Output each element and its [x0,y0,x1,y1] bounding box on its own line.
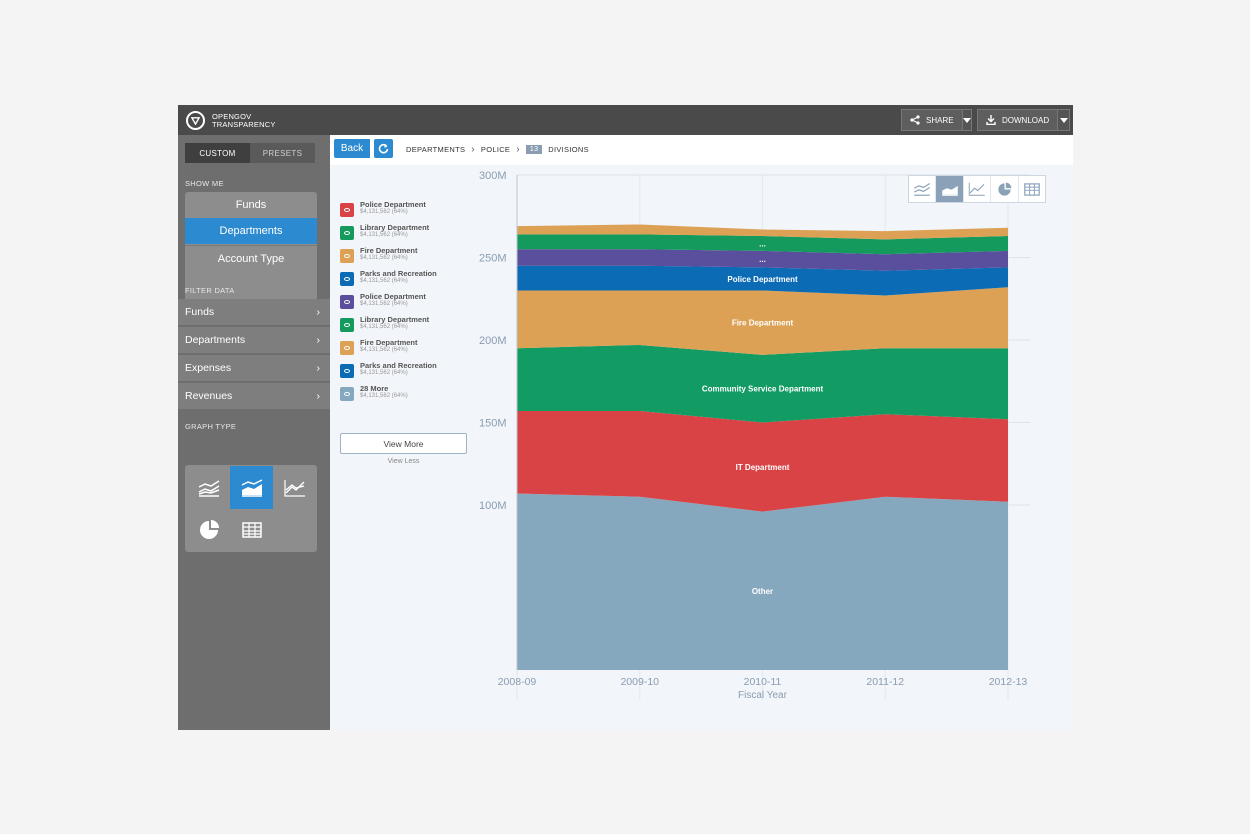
y-tick-label: 150M [479,418,507,430]
graph-type-heading: GRAPH TYPE [185,422,237,431]
tab-presets[interactable]: PRESETS [250,143,315,163]
x-tick-label: 2009-10 [620,676,659,688]
stacked-area-icon[interactable] [230,466,273,509]
share-label: SHARE [926,115,954,125]
show-me-heading: SHOW ME [185,179,224,188]
series-label: Fire Department [732,319,794,328]
series-label: Community Service Department [702,385,824,394]
chart-type-line-icon[interactable] [964,176,992,202]
brand-line-2: TRANSPARENCY [212,119,276,129]
share-button[interactable]: SHARE [901,109,972,131]
chart-type-pie-icon[interactable] [991,176,1019,202]
chevron-right-icon: › [316,390,321,402]
series-label: Police Department [727,275,798,284]
table-icon[interactable] [230,508,273,551]
filter-revenues[interactable]: Revenues › [178,383,330,409]
y-tick-label: 100M [479,500,507,512]
app-window: OPENGOV TRANSPARENCY SHARE DOWNLOAD CUST… [178,105,1073,730]
series-label: ... [759,239,766,248]
stacked-area-chart: Other IT Department Community Service Depa… [479,170,1030,701]
show-account-type-button[interactable]: Account Type [185,245,317,271]
share-icon [910,115,920,125]
download-button[interactable]: DOWNLOAD [977,109,1070,131]
sidebar: CUSTOM PRESETS SHOW ME Funds Departments… [178,135,330,730]
chart-type-table-icon[interactable] [1019,176,1045,202]
main-content: Back DEPARTMENTS › POLICE › 13 DIVISIONS… [330,135,1073,730]
series-label: ... [759,255,766,264]
x-axis-title: Fiscal Year [738,690,788,701]
stacked-lines-icon[interactable] [187,466,230,509]
top-bar: OPENGOV TRANSPARENCY SHARE DOWNLOAD [178,105,1073,135]
filter-departments[interactable]: Departments › [178,327,330,353]
sidebar-tabs: CUSTOM PRESETS [185,143,315,163]
area-series [517,493,1008,670]
download-icon [986,115,996,125]
chevron-right-icon: › [316,306,321,318]
chart-type-stacked-area-icon[interactable] [936,176,964,202]
filter-funds[interactable]: Funds › [178,299,330,325]
opengov-logo-icon [186,111,205,130]
pie-chart-icon[interactable] [187,508,230,551]
chevron-right-icon: › [316,334,321,346]
show-departments-button[interactable]: Departments [185,218,317,244]
y-tick-label: 250M [479,253,507,265]
tab-custom[interactable]: CUSTOM [185,143,250,163]
download-dropdown-icon[interactable] [1057,110,1069,130]
filter-expenses-label: Expenses [185,362,232,374]
y-tick-label: 300M [479,170,507,182]
download-label: DOWNLOAD [1002,115,1050,125]
x-tick-label: 2011-12 [866,676,904,688]
graph-type-group [185,465,317,552]
share-dropdown-icon[interactable] [961,110,971,130]
series-label: IT Department [736,463,790,472]
brand[interactable]: OPENGOV TRANSPARENCY [186,111,276,130]
show-me-group: Funds Departments Account Type [185,192,317,301]
filter-data-heading: FILTER DATA [185,286,235,295]
filter-funds-label: Funds [185,306,215,318]
chart-type-stacked-lines-icon[interactable] [909,176,937,202]
show-funds-button[interactable]: Funds [185,192,317,218]
series-label: Other [752,587,773,596]
filter-revenues-label: Revenues [185,390,233,402]
filter-departments-label: Departments [185,334,246,346]
chevron-right-icon: › [316,362,321,374]
chart-type-switcher [908,175,1046,203]
x-tick-label: 2010-11 [744,676,782,688]
filter-expenses[interactable]: Expenses › [178,355,330,381]
x-tick-label: 2008-09 [498,676,537,688]
x-tick-label: 2012-13 [989,676,1028,688]
brand-text: OPENGOV TRANSPARENCY [212,112,276,129]
line-chart-icon[interactable] [273,466,316,509]
y-tick-label: 200M [479,335,507,347]
